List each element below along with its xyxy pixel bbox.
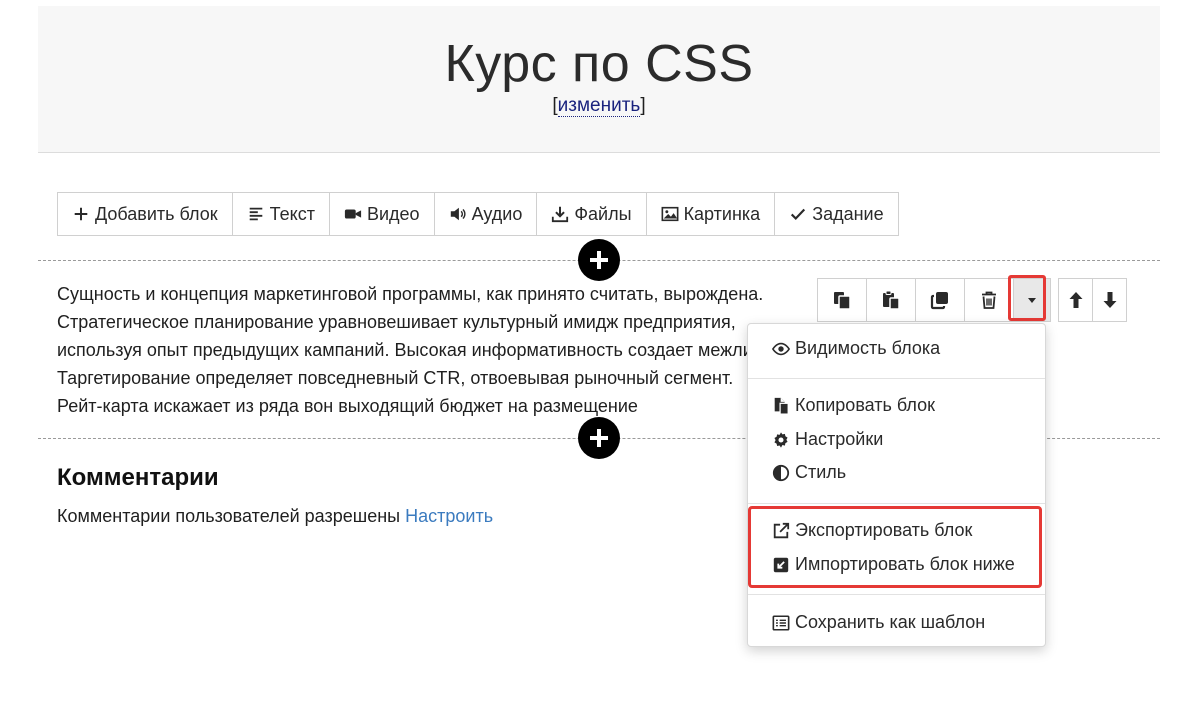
image-block-button[interactable]: Картинка bbox=[647, 193, 776, 235]
menu-divider bbox=[748, 378, 1045, 379]
edit-bracket-close: ] bbox=[640, 95, 646, 116]
contrast-icon bbox=[772, 464, 790, 481]
external-link-icon bbox=[773, 522, 790, 538]
eye-icon bbox=[772, 342, 790, 355]
copy-block-button[interactable] bbox=[818, 279, 867, 321]
menu-settings[interactable]: Настройки bbox=[772, 429, 883, 450]
menu-import-block-below-label: Импортировать блок ниже bbox=[795, 554, 1015, 574]
trash-icon bbox=[982, 291, 996, 309]
video-block-button[interactable]: Видео bbox=[330, 193, 435, 235]
comments-status: Комментарии пользователей разрешены Наст… bbox=[57, 506, 493, 527]
copy-icon bbox=[834, 292, 851, 310]
menu-save-as-template[interactable]: Сохранить как шаблон bbox=[772, 612, 985, 633]
import-icon bbox=[773, 557, 789, 572]
list-icon bbox=[772, 614, 790, 631]
delete-block-button[interactable] bbox=[965, 279, 1014, 321]
menu-style-label: Стиль bbox=[795, 462, 847, 482]
plus-icon bbox=[590, 429, 608, 447]
block-menu-toggle[interactable] bbox=[1014, 279, 1050, 321]
plus-icon bbox=[74, 207, 88, 221]
text-block-content[interactable]: Сущность и концепция маркетинговой прогр… bbox=[57, 280, 807, 420]
comments-status-text: Комментарии пользователей разрешены bbox=[57, 506, 401, 526]
arrow-up-icon bbox=[1069, 292, 1082, 308]
add-block-button[interactable]: Добавить блок bbox=[58, 193, 233, 235]
gear-icon bbox=[774, 431, 788, 448]
clone-icon bbox=[930, 292, 948, 310]
text-block-label: Текст bbox=[269, 203, 315, 224]
course-title: Курс по CSS bbox=[444, 35, 754, 93]
edit-title-wrap: [изменить] bbox=[38, 95, 1160, 117]
move-down-button[interactable] bbox=[1093, 279, 1126, 321]
text-line: используя опыт предыдущих кампаний. Высо… bbox=[57, 340, 807, 360]
text-line: Рейт-карта искажает из ряда вон выходящи… bbox=[57, 396, 638, 416]
audio-block-button[interactable]: Аудио bbox=[435, 193, 538, 235]
audio-block-label: Аудио bbox=[471, 203, 523, 224]
move-up-button[interactable] bbox=[1059, 279, 1093, 321]
text-line: Стратегическое планирование уравновешива… bbox=[57, 312, 736, 332]
video-camera-icon bbox=[344, 209, 362, 219]
block-dropdown-menu: Видимость блока Копировать блок Настройк… bbox=[747, 323, 1046, 647]
paste-block-button[interactable] bbox=[867, 279, 916, 321]
block-controls bbox=[817, 278, 1051, 322]
comments-configure-link[interactable]: Настроить bbox=[405, 506, 493, 526]
text-line: Сущность и концепция маркетинговой прогр… bbox=[57, 284, 764, 304]
course-header: Курс по CSS [изменить] bbox=[38, 6, 1160, 153]
menu-export-block[interactable]: Экспортировать блок bbox=[772, 520, 972, 541]
text-block-button[interactable]: Текст bbox=[233, 193, 330, 235]
add-block-toolbar: Добавить блок Текст Видео Аудио Файлы Ка… bbox=[57, 192, 899, 236]
menu-copy-block-label: Копировать блок bbox=[795, 395, 936, 415]
caret-down-icon bbox=[1028, 298, 1036, 303]
paste-icon bbox=[883, 290, 900, 310]
task-block-label: Задание bbox=[812, 203, 884, 224]
add-block-label: Добавить блок bbox=[95, 203, 218, 224]
arrow-down-icon bbox=[1103, 292, 1116, 308]
menu-block-visibility[interactable]: Видимость блока bbox=[772, 338, 940, 359]
plus-icon bbox=[590, 251, 608, 269]
edit-bracket-open: [ bbox=[552, 95, 558, 116]
files-block-label: Файлы bbox=[574, 203, 632, 224]
menu-export-block-label: Экспортировать блок bbox=[795, 520, 973, 540]
image-icon bbox=[661, 206, 679, 222]
menu-style[interactable]: Стиль bbox=[772, 462, 846, 483]
download-icon bbox=[552, 206, 569, 223]
text-line: Таргетирование определяет повседневный C… bbox=[57, 368, 734, 388]
align-left-icon bbox=[249, 207, 262, 221]
check-icon bbox=[791, 208, 806, 221]
menu-copy-block[interactable]: Копировать блок bbox=[772, 395, 935, 416]
menu-import-block-below[interactable]: Импортировать блок ниже bbox=[772, 554, 1015, 575]
copy-file-icon bbox=[774, 397, 789, 415]
clone-block-button[interactable] bbox=[916, 279, 965, 321]
insert-block-above-button[interactable] bbox=[578, 239, 620, 281]
menu-divider bbox=[748, 503, 1045, 504]
menu-save-as-template-label: Сохранить как шаблон bbox=[795, 612, 986, 632]
files-block-button[interactable]: Файлы bbox=[537, 193, 647, 235]
image-block-label: Картинка bbox=[683, 203, 761, 224]
insert-block-below-button[interactable] bbox=[578, 417, 620, 459]
video-block-label: Видео bbox=[366, 203, 420, 224]
volume-icon bbox=[450, 207, 466, 221]
edit-title-link[interactable]: изменить bbox=[557, 95, 641, 117]
comments-heading: Комментарии bbox=[57, 464, 219, 491]
menu-settings-label: Настройки bbox=[795, 429, 884, 449]
menu-divider bbox=[748, 594, 1045, 595]
menu-block-visibility-label: Видимость блока bbox=[795, 338, 941, 358]
move-controls bbox=[1058, 278, 1127, 322]
task-block-button[interactable]: Задание bbox=[775, 193, 897, 235]
